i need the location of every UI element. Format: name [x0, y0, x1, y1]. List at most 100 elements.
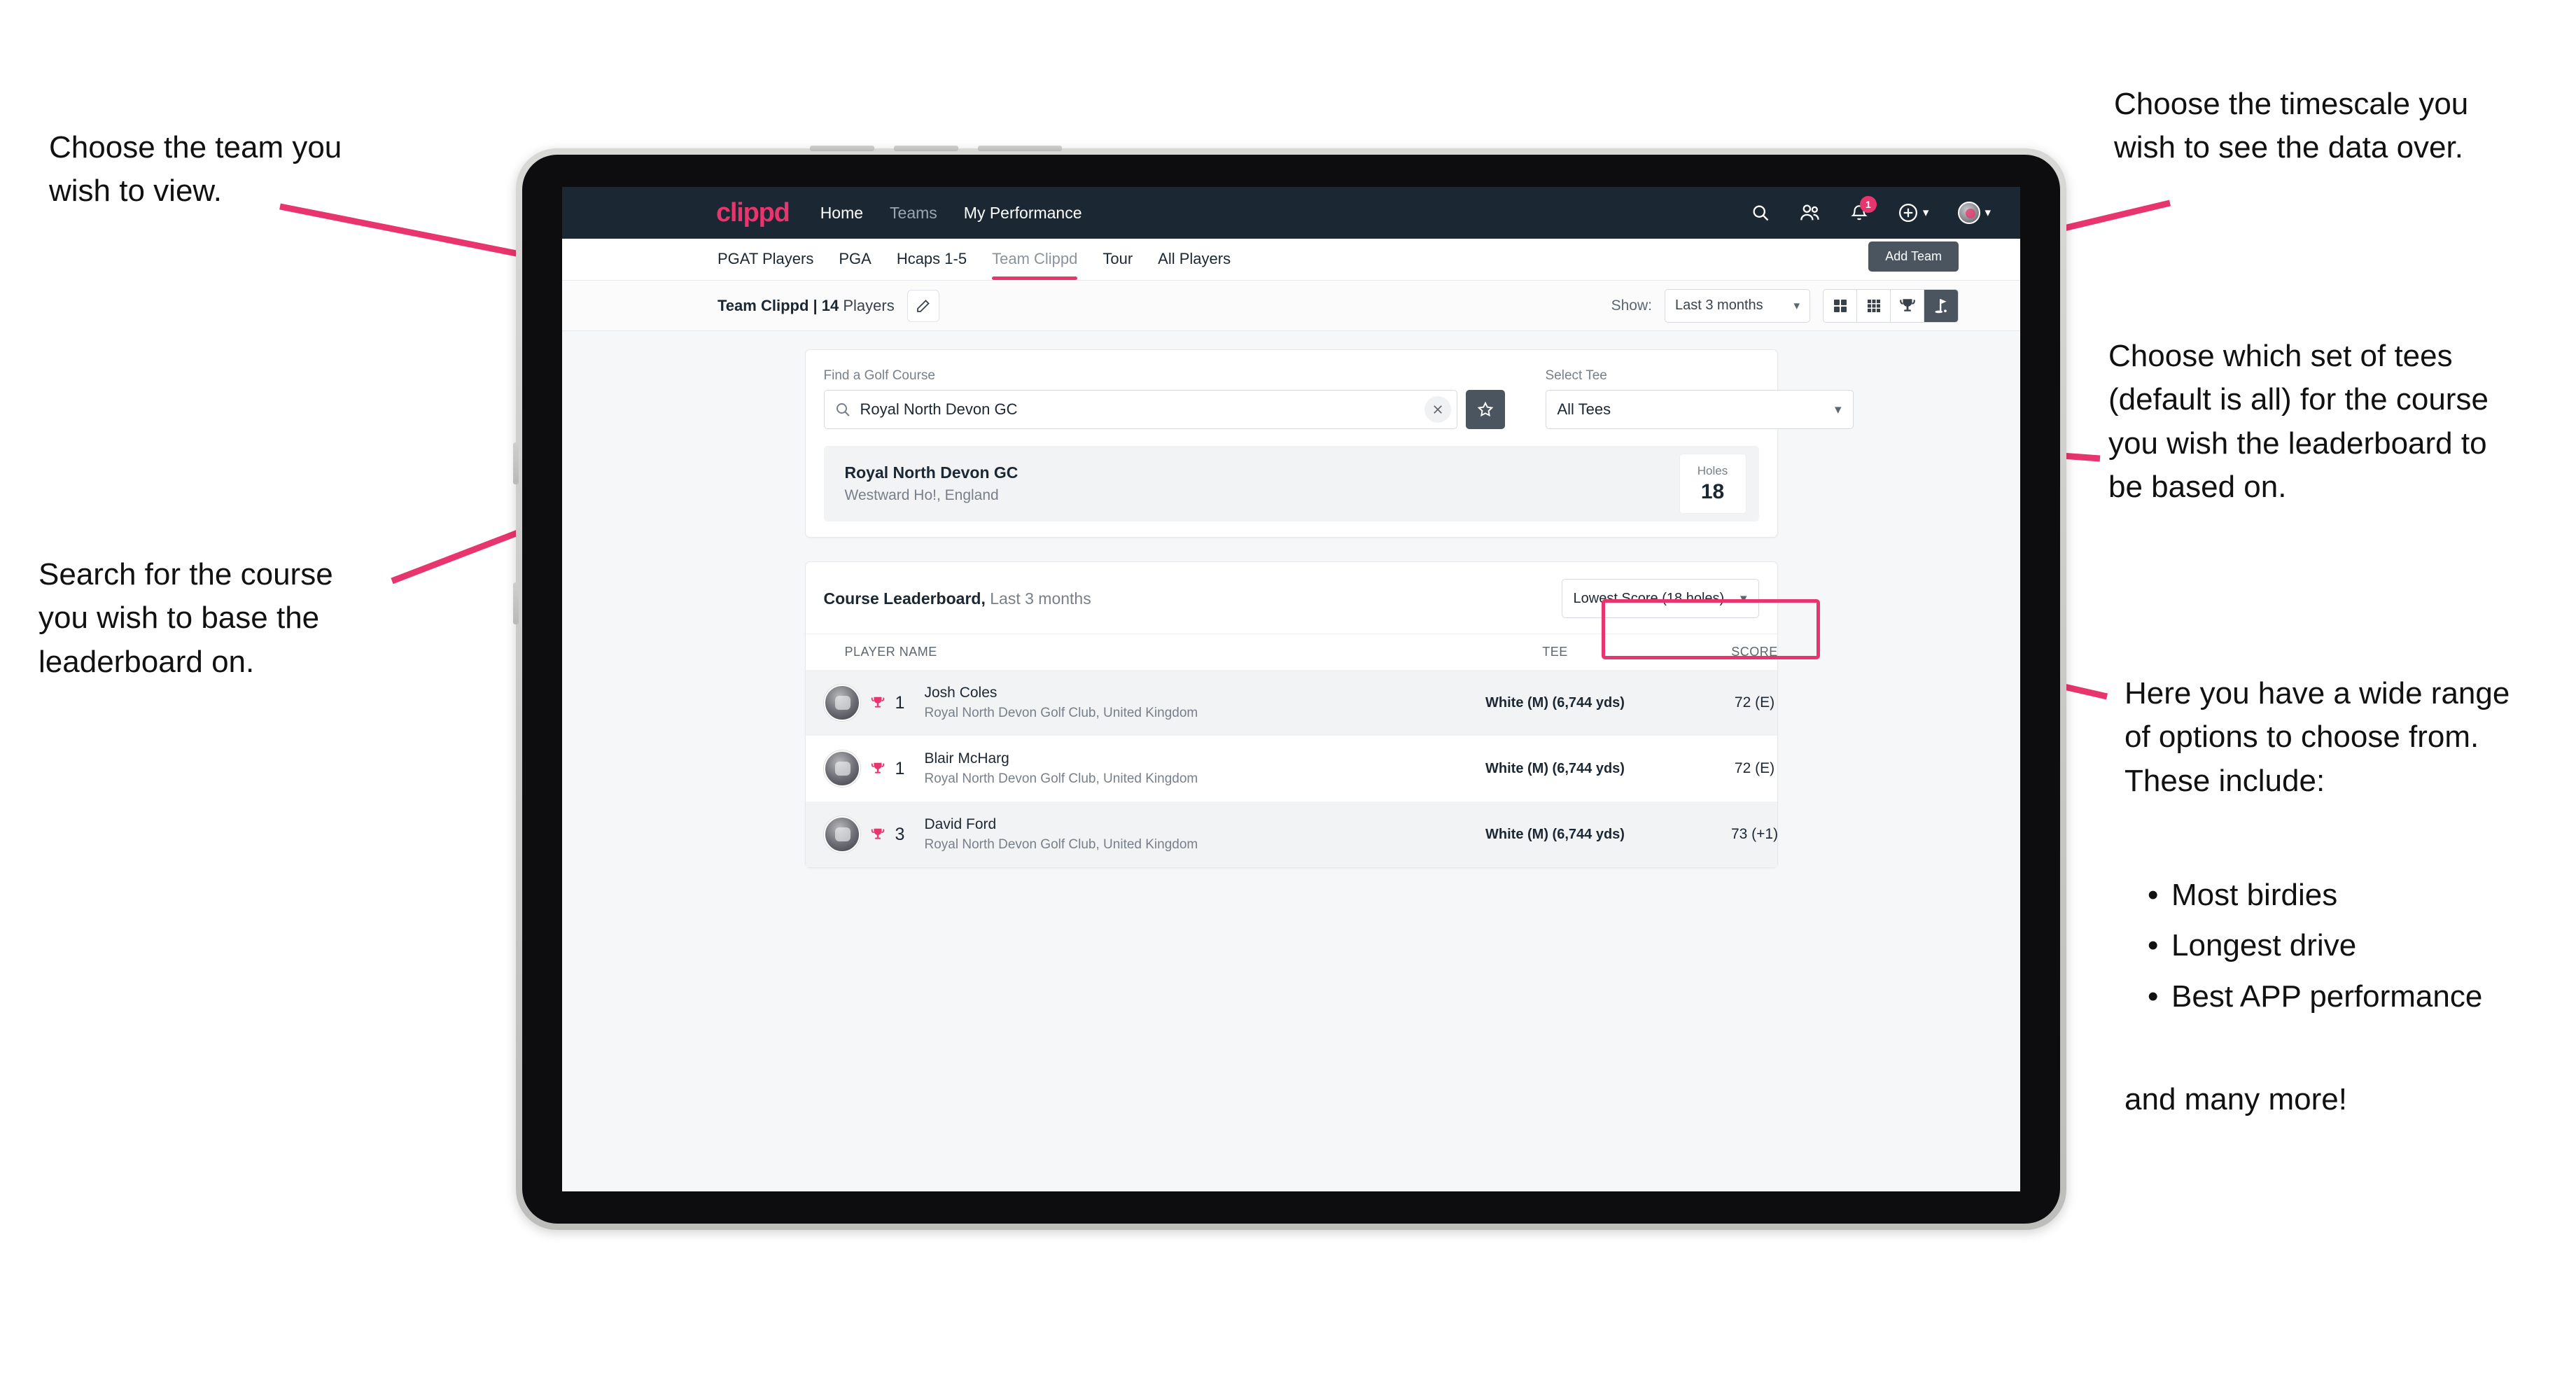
- leaderboard-title-sub: Last 3 months: [985, 589, 1091, 608]
- holes-value: 18: [1700, 479, 1725, 503]
- close-icon: [1433, 405, 1442, 414]
- grid-2x2-view-button[interactable]: [1823, 289, 1857, 322]
- golf-flag-icon: [1935, 298, 1947, 313]
- chevron-down-icon: ▾: [1922, 206, 1929, 219]
- leaderboard-header: Course Leaderboard, Last 3 months Lowest…: [806, 562, 1777, 634]
- player-cell: 1 Josh Coles Royal North Devon Golf Club…: [823, 685, 1440, 721]
- table-row[interactable]: 1 Josh Coles Royal North Devon Golf Club…: [805, 670, 1777, 736]
- select-tee-label: Select Tee: [1545, 368, 1607, 383]
- player-rank: 3: [895, 824, 905, 844]
- column-player-name: PLAYER NAME: [844, 645, 937, 659]
- nav-link-my-performance[interactable]: My Performance: [964, 204, 1082, 223]
- search-icon[interactable]: [1751, 203, 1770, 223]
- player-score: 73 (+1): [1730, 826, 1779, 842]
- avatar: [823, 750, 860, 787]
- account-menu[interactable]: ▾: [1958, 202, 1991, 224]
- timescale-select[interactable]: Last 3 months ▾: [1665, 288, 1810, 323]
- trophy-icon: [1899, 298, 1915, 312]
- page-content: Find a Golf Course Royal North Devon GC: [562, 331, 2020, 868]
- course-search-input[interactable]: Royal North Devon GC: [823, 390, 1457, 429]
- leaderboard-sort-value: Lowest Score (18 holes): [1573, 590, 1725, 606]
- player-identity: Blair McHarg Royal North Devon Golf Club…: [925, 750, 1198, 787]
- player-cell: 1 Blair McHarg Royal North Devon Golf Cl…: [823, 750, 1440, 787]
- player-name: David Ford: [924, 816, 997, 832]
- tablet-device-frame: clippd Home Teams My Performance 1 ▾ ▾ P…: [513, 146, 2066, 1230]
- annotation-options-outro: and many more!: [2124, 1082, 2347, 1116]
- leaderboard-title-main: Course Leaderboard,: [823, 589, 986, 608]
- edit-team-button[interactable]: [906, 289, 939, 322]
- tab-pga[interactable]: PGA: [839, 239, 871, 280]
- team-tabs: PGAT Players PGA Hcaps 1-5 Team Clippd T…: [718, 239, 1231, 280]
- team-summary: Team Clippd | 14 Players: [718, 297, 895, 315]
- avatar: [1958, 202, 1981, 224]
- volume-button: [894, 146, 958, 151]
- notifications-icon[interactable]: 1: [1850, 196, 1877, 223]
- grid-2x2-icon: [1833, 299, 1847, 312]
- toolbar-right: Show: Last 3 months ▾: [1611, 288, 1959, 323]
- tab-hcaps-1-5[interactable]: Hcaps 1-5: [897, 239, 967, 280]
- player-club: Royal North Devon Golf Club, United King…: [924, 837, 1198, 852]
- show-label: Show:: [1611, 297, 1652, 314]
- leaderboard-title: Course Leaderboard, Last 3 months: [824, 589, 1091, 608]
- chevron-down-icon: ▾: [1793, 298, 1800, 312]
- clippd-logo[interactable]: clippd: [716, 198, 790, 228]
- player-score: 72 (E): [1734, 760, 1775, 776]
- trophy-icon: [870, 827, 886, 842]
- pencil-icon: [916, 299, 930, 312]
- chevron-down-icon: ▾: [1740, 591, 1747, 606]
- team-name-count: Team Clippd | 14: [718, 296, 839, 314]
- course-search-card: Find a Golf Course Royal North Devon GC: [804, 349, 1854, 538]
- holes-label: Holes: [1697, 463, 1728, 477]
- annotation-options-intro: Here you have a wide range of options to…: [2124, 676, 2510, 798]
- trophy-icon: [870, 695, 886, 710]
- volume-button: [810, 146, 874, 151]
- annotation-search-course: Search for the course you wish to base t…: [38, 557, 333, 679]
- add-circle-icon[interactable]: ▾: [1898, 202, 1929, 223]
- tab-all-players[interactable]: All Players: [1158, 239, 1231, 280]
- course-result-text: Royal North Devon GC Westward Ho!, Engla…: [845, 463, 1018, 504]
- annotation-bullet-0: Most birdies: [2171, 878, 2338, 912]
- table-row[interactable]: 1 Blair McHarg Royal North Devon Golf Cl…: [806, 736, 1777, 802]
- player-club: Royal North Devon Golf Club, United King…: [924, 706, 1198, 720]
- course-result-row[interactable]: Royal North Devon GC Westward Ho!, Engla…: [823, 446, 1759, 522]
- player-name: Blair McHarg: [924, 750, 1009, 766]
- notification-badge: 1: [1859, 196, 1877, 213]
- app-navbar: clippd Home Teams My Performance 1 ▾ ▾: [562, 187, 2020, 239]
- grid-3x3-view-button[interactable]: [1857, 289, 1891, 322]
- column-score: SCORE: [1731, 645, 1778, 659]
- tee-select[interactable]: All Tees ▾: [1545, 390, 1854, 429]
- tab-tour[interactable]: Tour: [1102, 239, 1133, 280]
- grid-3x3-icon: [1867, 299, 1880, 312]
- annotation-bullet-1: Longest drive: [2171, 928, 2357, 963]
- avatar: [823, 816, 860, 853]
- player-cell: 3 David Ford Royal North Devon Golf Club…: [823, 816, 1440, 853]
- golf-flag-view-button[interactable]: [1924, 289, 1958, 322]
- tab-team-clippd[interactable]: Team Clippd: [992, 239, 1078, 280]
- annotation-options-bullets: • Most birdies • Longest drive • Best AP…: [2148, 874, 2482, 1018]
- people-icon[interactable]: [1800, 203, 1821, 223]
- nav-link-teams[interactable]: Teams: [890, 204, 937, 223]
- table-row[interactable]: 3 David Ford Royal North Devon Golf Club…: [805, 802, 1778, 867]
- course-search-value: Royal North Devon GC: [860, 400, 1018, 418]
- nav-link-home[interactable]: Home: [820, 204, 863, 223]
- trophy-view-button[interactable]: [1891, 289, 1924, 322]
- add-team-button[interactable]: Add Team: [1868, 241, 1959, 272]
- bullet-dot-icon: •: [2148, 928, 2159, 963]
- tee-field-group: Select Tee All Tees ▾: [1545, 368, 1854, 429]
- tab-pgat-players[interactable]: PGAT Players: [718, 239, 813, 280]
- player-tee: White (M) (6,744 yds): [1485, 694, 1625, 710]
- column-tee: TEE: [1542, 645, 1568, 659]
- annotation-choose-tees: Choose which set of tees (default is all…: [2108, 339, 2488, 505]
- clear-search-button[interactable]: [1424, 396, 1451, 423]
- chevron-down-icon: ▾: [1834, 402, 1842, 417]
- chevron-down-icon: ▾: [1984, 206, 1991, 219]
- timescale-value: Last 3 months: [1675, 298, 1763, 313]
- favorite-course-button[interactable]: [1465, 390, 1505, 429]
- leaderboard-sort-select[interactable]: Lowest Score (18 holes) ▾: [1561, 579, 1759, 618]
- player-identity: David Ford Royal North Devon Golf Club, …: [925, 816, 1198, 853]
- player-tee: White (M) (6,744 yds): [1485, 760, 1625, 776]
- player-name: Josh Coles: [924, 685, 997, 701]
- holes-badge: Holes 18: [1679, 454, 1746, 514]
- tee-select-value: All Tees: [1557, 400, 1611, 418]
- player-rank: 1: [895, 692, 905, 713]
